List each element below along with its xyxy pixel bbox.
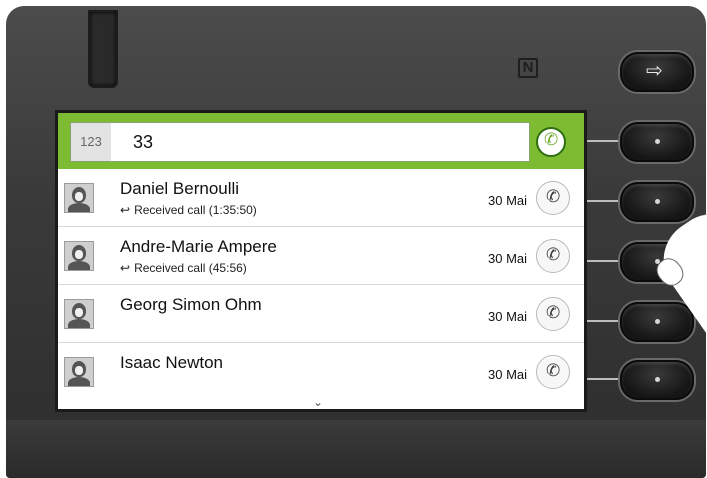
avatar xyxy=(64,241,94,271)
call-detail: ↩ Received call (1:35:50) xyxy=(120,203,257,217)
key-connector xyxy=(587,260,620,262)
received-call-icon: ↩ xyxy=(120,261,131,275)
exit-key[interactable]: ⇨ xyxy=(620,52,694,92)
call-button[interactable]: ✆ xyxy=(536,181,570,215)
phone-icon: ✆ xyxy=(546,303,561,322)
received-call-icon: ↩ xyxy=(120,203,131,217)
handset-slot xyxy=(88,10,118,88)
key-connector xyxy=(587,200,620,202)
softkey-dot xyxy=(655,199,660,204)
call-button[interactable]: ✆ xyxy=(536,355,570,389)
call-list-item[interactable]: Isaac Newton 30 Mai ✆ xyxy=(58,343,584,401)
display-screen: 123 33 ✆ Daniel Bernoulli ↩ Received call… xyxy=(55,110,587,412)
call-date: 30 Mai xyxy=(488,193,528,208)
contact-name: Georg Simon Ohm xyxy=(120,295,262,314)
avatar xyxy=(64,357,94,387)
key-connector xyxy=(587,140,620,142)
contact-name: Andre-Marie Ampere xyxy=(120,237,277,256)
softkey-dot xyxy=(655,377,660,382)
call-list-item[interactable]: Georg Simon Ohm 30 Mai ✆ xyxy=(58,285,584,343)
softkey-dot xyxy=(655,139,660,144)
call-detail: ↩ Received call (45:56) xyxy=(120,261,247,275)
contact-name: Isaac Newton xyxy=(120,353,223,372)
softkey-5[interactable] xyxy=(620,360,694,400)
input-mode-badge[interactable]: 123 xyxy=(71,123,111,161)
exit-icon: ⇨ xyxy=(646,60,663,82)
call-list-item[interactable]: Andre-Marie Ampere ↩ Received call (45:56… xyxy=(58,227,584,285)
dial-row: 123 33 ✆ xyxy=(58,113,584,169)
call-list-item[interactable]: Daniel Bernoulli ↩ Received call (1:35:50… xyxy=(58,169,584,227)
dial-call-button[interactable]: ✆ xyxy=(536,127,566,157)
call-button[interactable]: ✆ xyxy=(536,239,570,273)
dialed-number: 33 xyxy=(133,132,154,152)
nfc-icon: N xyxy=(518,58,538,78)
key-connector xyxy=(587,320,620,322)
avatar xyxy=(64,183,94,213)
phone-icon: ✆ xyxy=(546,187,561,206)
call-date: 30 Mai xyxy=(488,309,528,324)
softkey-dot xyxy=(655,319,660,324)
avatar xyxy=(64,299,94,329)
contact-name: Daniel Bernoulli xyxy=(120,179,240,198)
call-date: 30 Mai xyxy=(488,251,528,266)
softkey-1[interactable] xyxy=(620,122,694,162)
dial-input[interactable]: 123 33 xyxy=(70,122,530,162)
phone-icon: ✆ xyxy=(546,245,561,264)
phone-base xyxy=(6,420,706,478)
call-button[interactable]: ✆ xyxy=(536,297,570,331)
key-connector xyxy=(587,378,620,380)
phone-icon: ✆ xyxy=(546,361,561,380)
call-date: 30 Mai xyxy=(488,367,528,382)
scroll-down-icon[interactable]: ⌄ xyxy=(313,395,323,409)
phone-icon: ✆ xyxy=(544,130,559,149)
softkey-4[interactable] xyxy=(620,302,694,342)
softkey-2[interactable] xyxy=(620,182,694,222)
